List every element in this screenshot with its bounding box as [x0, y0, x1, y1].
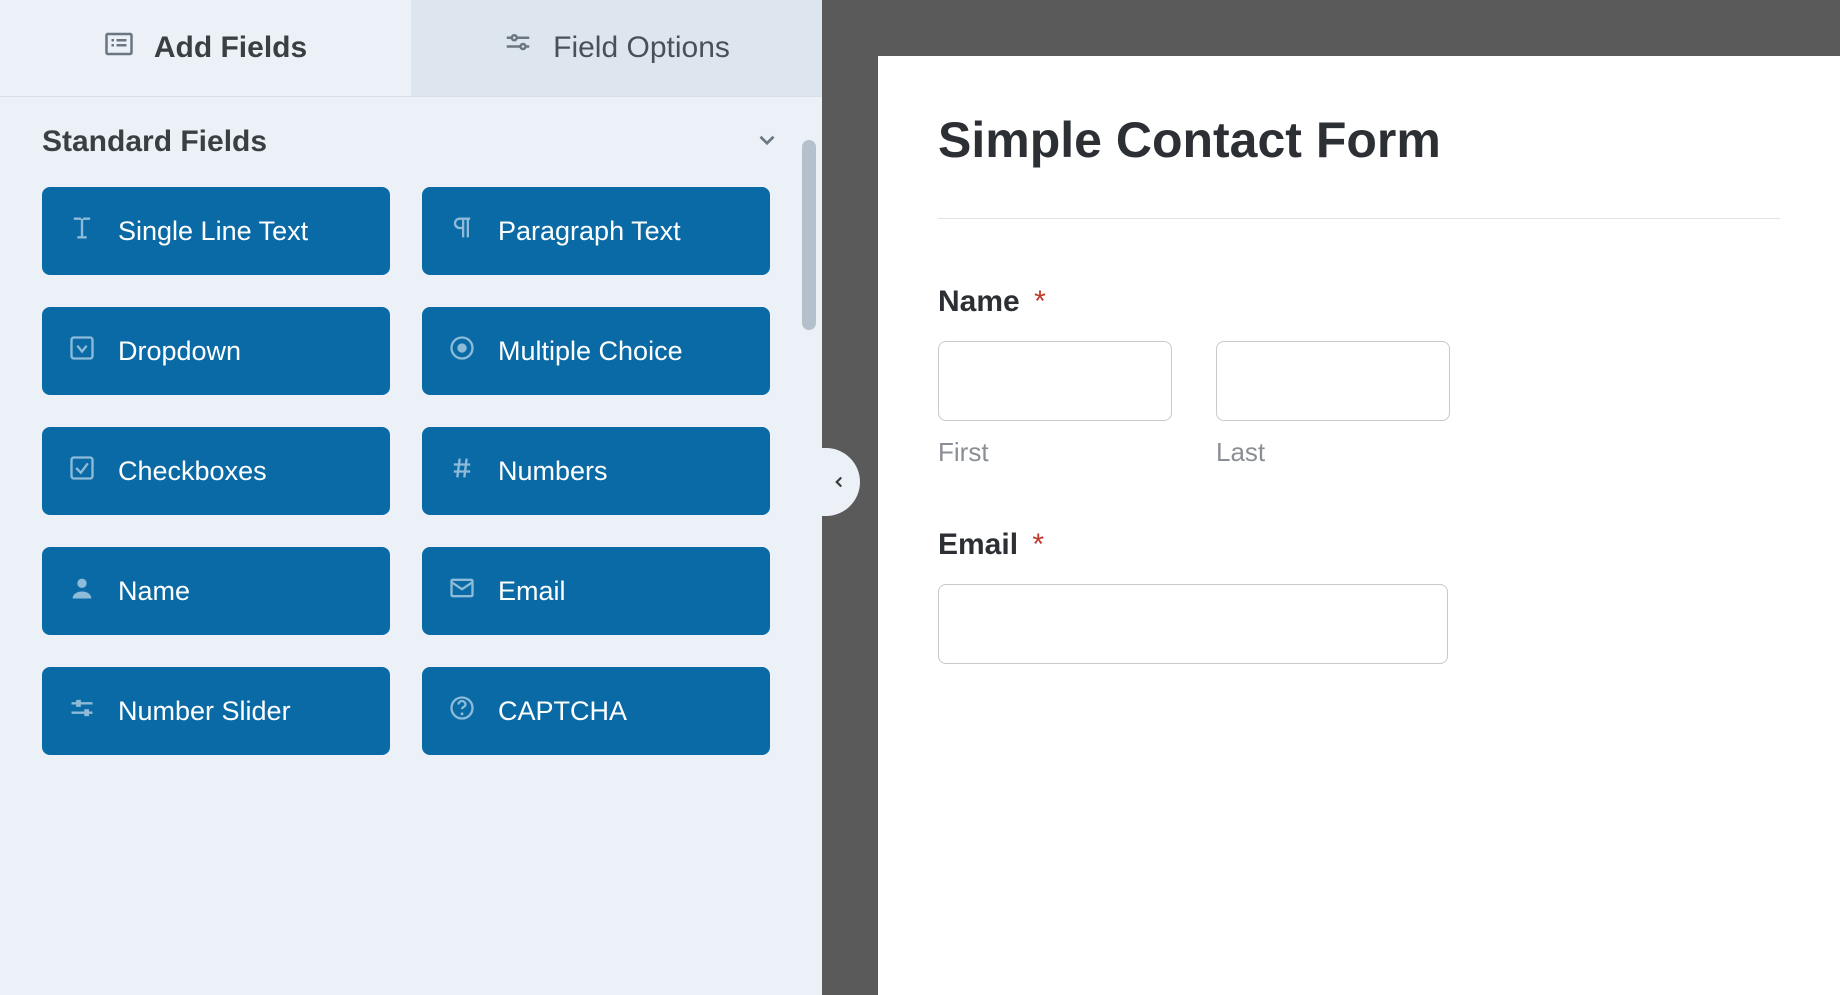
last-sublabel: Last — [1216, 437, 1450, 468]
user-icon — [68, 574, 96, 609]
form-preview-area: Simple Contact Form Name * First Last Em… — [822, 0, 1840, 995]
field-multiple-choice[interactable]: Multiple Choice — [422, 307, 770, 395]
standard-fields-section: Standard Fields Single Line Text Paragra… — [0, 97, 822, 755]
caret-square-icon — [68, 334, 96, 369]
radio-icon — [448, 334, 476, 369]
field-label: Numbers — [498, 456, 608, 487]
field-captcha[interactable]: CAPTCHA — [422, 667, 770, 755]
tab-label: Add Fields — [154, 31, 307, 65]
field-numbers[interactable]: Numbers — [422, 427, 770, 515]
chevron-left-icon — [830, 473, 848, 491]
email-input[interactable] — [938, 584, 1448, 664]
field-checkboxes[interactable]: Checkboxes — [42, 427, 390, 515]
envelope-icon — [448, 574, 476, 609]
field-grid: Single Line Text Paragraph Text Dropdown… — [42, 187, 780, 755]
last-name-input[interactable] — [1216, 341, 1450, 421]
name-label: Name * — [938, 285, 1780, 319]
text-cursor-icon — [68, 214, 96, 249]
sliders-icon — [68, 694, 96, 729]
section-header[interactable]: Standard Fields — [42, 125, 780, 159]
first-name-input[interactable] — [938, 341, 1172, 421]
field-label: Name — [118, 576, 190, 607]
name-row: First Last — [938, 341, 1780, 468]
form-card: Simple Contact Form Name * First Last Em… — [878, 56, 1840, 995]
tab-label: Field Options — [553, 31, 730, 65]
field-paragraph-text[interactable]: Paragraph Text — [422, 187, 770, 275]
field-label: Dropdown — [118, 336, 241, 367]
field-label: Single Line Text — [118, 216, 308, 247]
field-label: CAPTCHA — [498, 696, 627, 727]
field-email[interactable]: Email — [422, 547, 770, 635]
question-circle-icon — [448, 694, 476, 729]
section-title: Standard Fields — [42, 125, 267, 159]
panel-scrollbar[interactable] — [802, 140, 816, 330]
field-number-slider[interactable]: Number Slider — [42, 667, 390, 755]
required-asterisk: * — [1032, 528, 1044, 561]
tab-add-fields[interactable]: Add Fields — [0, 0, 411, 96]
field-dropdown[interactable]: Dropdown — [42, 307, 390, 395]
sliders-icon — [503, 29, 533, 67]
required-asterisk: * — [1034, 285, 1046, 318]
field-label: Email — [498, 576, 566, 607]
field-name[interactable]: Name — [42, 547, 390, 635]
field-label: Multiple Choice — [498, 336, 683, 367]
check-square-icon — [68, 454, 96, 489]
field-label: Checkboxes — [118, 456, 267, 487]
chevron-down-icon — [754, 127, 780, 158]
email-label: Email * — [938, 528, 1780, 562]
panel-tabs: Add Fields Field Options — [0, 0, 822, 97]
field-single-line-text[interactable]: Single Line Text — [42, 187, 390, 275]
first-sublabel: First — [938, 437, 1172, 468]
list-icon — [104, 29, 134, 67]
fields-panel: Add Fields Field Options Standard Fields… — [0, 0, 822, 995]
divider — [938, 218, 1780, 219]
pilcrow-icon — [448, 214, 476, 249]
hash-icon — [448, 454, 476, 489]
form-title: Simple Contact Form — [938, 112, 1780, 170]
tab-field-options[interactable]: Field Options — [411, 0, 822, 96]
field-label: Number Slider — [118, 696, 291, 727]
field-label: Paragraph Text — [498, 216, 681, 247]
